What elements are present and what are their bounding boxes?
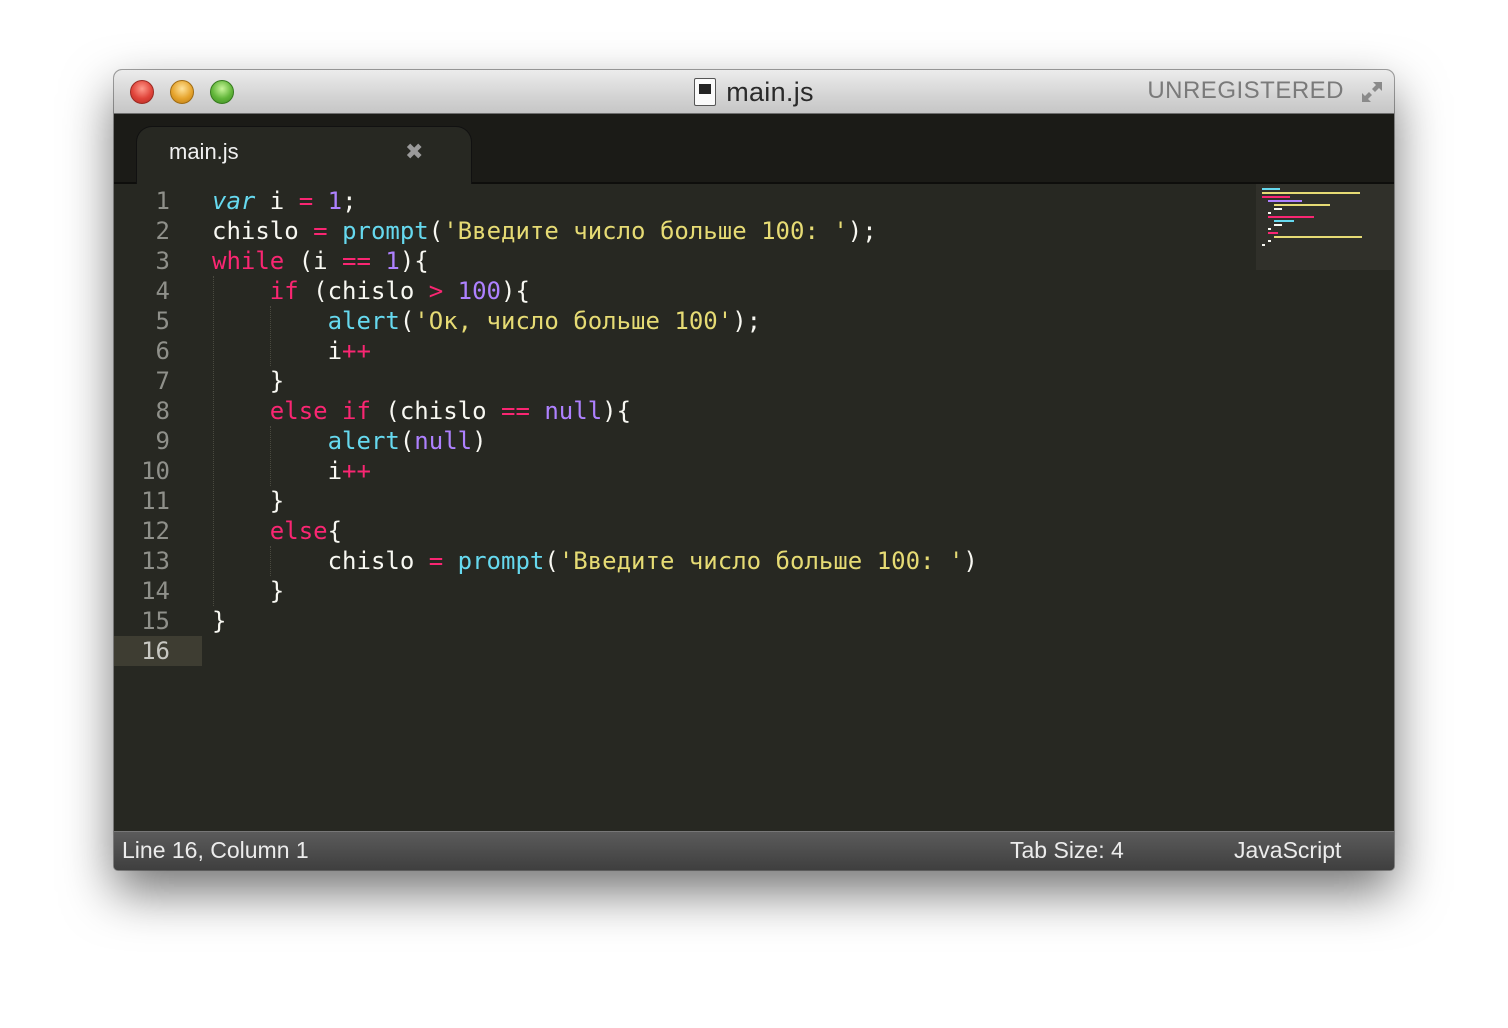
syntax-selector[interactable]: JavaScript — [1234, 837, 1341, 864]
line-number: 7 — [155, 367, 170, 395]
minimap[interactable] — [1256, 184, 1394, 270]
line-number: 6 — [155, 337, 170, 365]
fullscreen-icon[interactable] — [1358, 78, 1386, 106]
code-line: else if (chislo == null){ — [269, 397, 632, 425]
editor-window: main.js UNREGISTERED main.js ✖ 1 2 3 4 5… — [114, 70, 1394, 870]
line-number: 9 — [155, 427, 170, 455]
line-number: 5 — [155, 307, 170, 335]
code-line: } — [212, 367, 285, 395]
code-line: chislo = prompt('Введите число больше 10… — [212, 547, 978, 575]
code-line: } — [212, 577, 285, 605]
window-title: main.js — [726, 76, 814, 107]
code-line: while (i == 1){ — [212, 247, 429, 275]
code-line: var i = 1; — [212, 187, 357, 215]
line-number: 10 — [141, 457, 170, 485]
code-line: alert(null) — [327, 427, 487, 455]
code-editor[interactable]: 1 2 3 4 5 6 7 8 9 10 11 12 13 14 15 16 v… — [114, 184, 1394, 831]
minimap-line — [1274, 220, 1294, 222]
tab-label: main.js — [169, 139, 239, 164]
line-number-active: 16 — [114, 636, 202, 666]
code-line: else{ — [269, 517, 343, 545]
minimap-line — [1262, 188, 1280, 190]
minimap-line — [1268, 212, 1271, 214]
line-number: 12 — [141, 517, 170, 545]
cursor-position: Line 16, Column 1 — [122, 837, 309, 863]
minimap-line — [1268, 216, 1314, 218]
line-number: 1 — [155, 187, 170, 215]
minimap-line — [1268, 228, 1271, 230]
unregistered-label: UNREGISTERED — [1147, 77, 1344, 104]
code-line: i++ — [212, 457, 371, 485]
minimap-line — [1268, 232, 1278, 234]
line-number: 14 — [141, 577, 170, 605]
line-number: 15 — [141, 607, 170, 635]
minimap-line — [1274, 208, 1282, 210]
minimap-line — [1262, 192, 1360, 194]
code-line: chislo = prompt('Введите число больше 10… — [212, 217, 877, 245]
minimap-line — [1268, 200, 1302, 202]
tab-close-icon[interactable]: ✖ — [405, 139, 423, 165]
minimap-line — [1274, 224, 1282, 226]
line-number: 4 — [155, 277, 170, 305]
code-line: } — [212, 487, 285, 515]
minimap-line — [1274, 204, 1330, 206]
minimap-line — [1262, 196, 1290, 198]
line-number: 2 — [155, 217, 170, 245]
minimap-line — [1262, 244, 1265, 246]
line-number: 13 — [141, 547, 170, 575]
status-bar: Line 16, Column 1 Tab Size: 4 JavaScript — [114, 831, 1394, 870]
minimap-line — [1274, 236, 1362, 238]
code-line: } — [212, 607, 227, 635]
line-number: 11 — [141, 487, 170, 515]
line-number: 3 — [155, 247, 170, 275]
line-number: 8 — [155, 397, 170, 425]
minimap-line — [1268, 240, 1271, 242]
code-line: if (chislo > 100){ — [269, 277, 530, 305]
title-bar[interactable]: main.js UNREGISTERED — [114, 70, 1394, 114]
file-icon[interactable] — [694, 78, 717, 106]
line-number-gutter: 1 2 3 4 5 6 7 8 9 10 11 12 13 14 15 16 — [114, 184, 202, 831]
code-line: i++ — [212, 337, 371, 365]
tab-bar: main.js ✖ — [114, 114, 1394, 184]
tab-size-selector[interactable]: Tab Size: 4 — [1010, 837, 1124, 864]
code-line: alert('Ок, число больше 100'); — [327, 307, 762, 335]
tab-main-js[interactable]: main.js ✖ — [136, 126, 472, 184]
